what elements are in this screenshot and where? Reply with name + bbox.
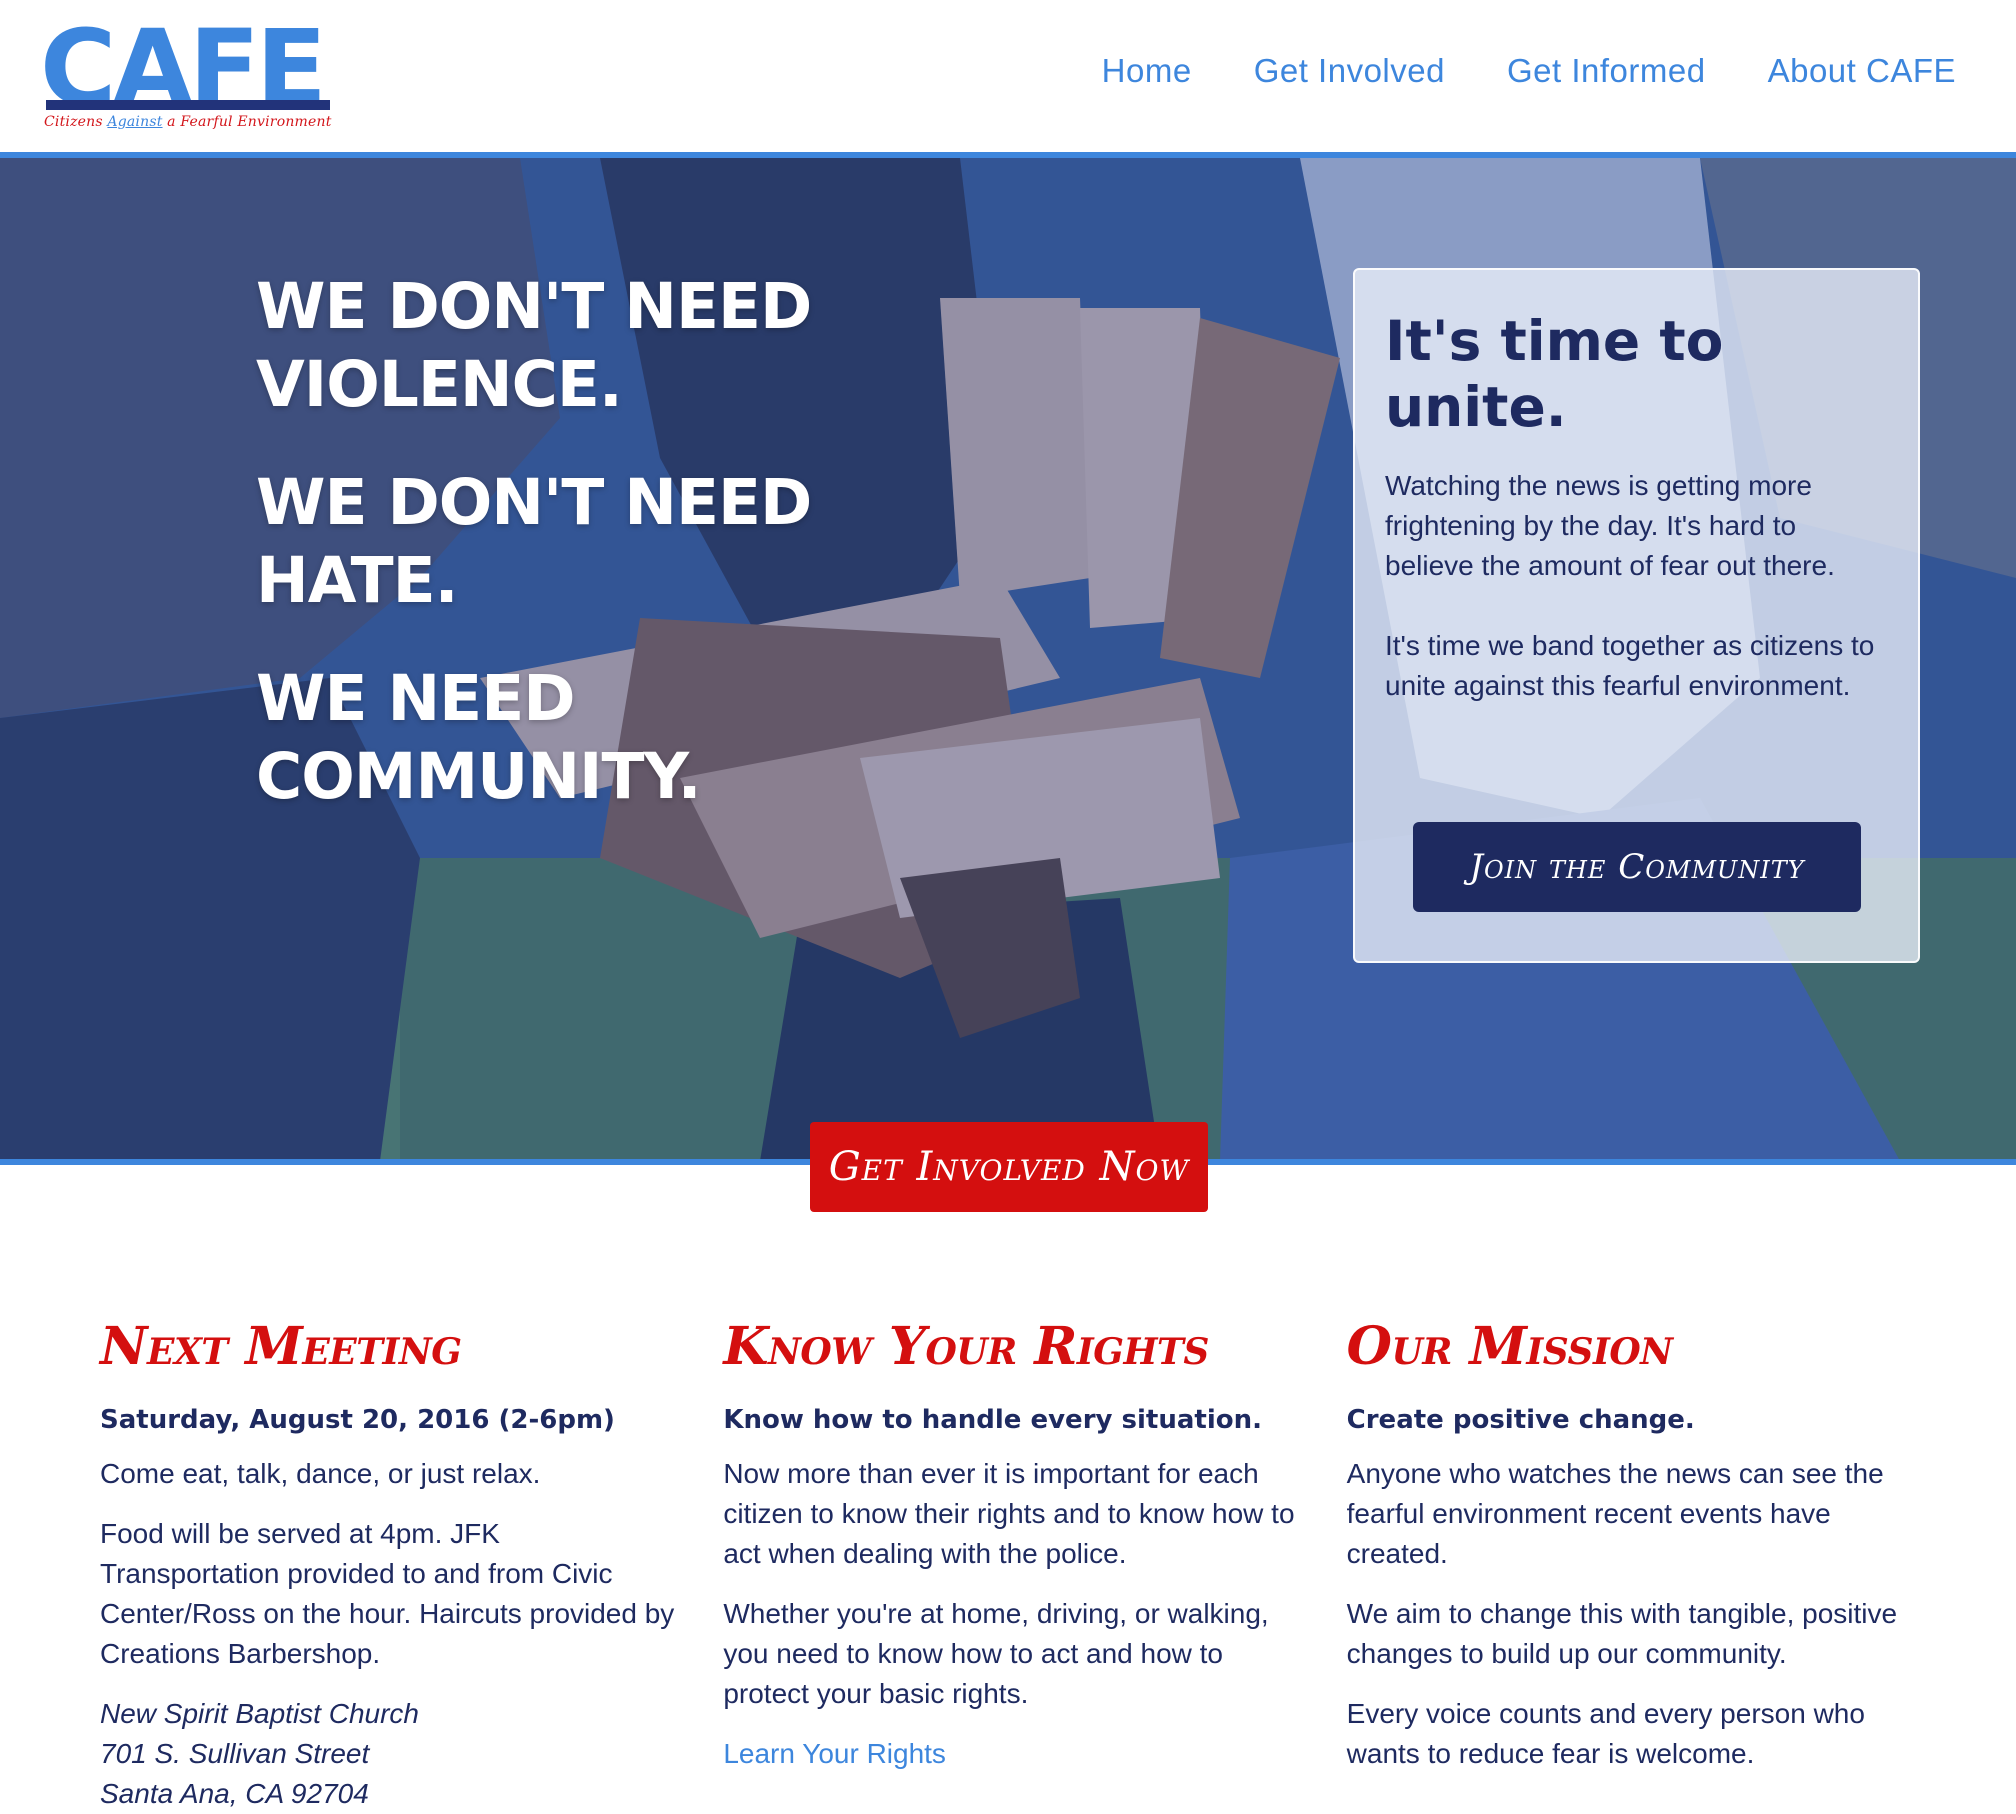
unite-card: It's time to unite. Watching the news is… (1353, 268, 1920, 963)
mission-paragraph-3: Every voice counts and every person who … (1346, 1698, 1865, 1769)
mission-paragraph-2: We aim to change this with tangible, pos… (1346, 1598, 1898, 1669)
our-mission-column: Our Mission Create positive change. Anyo… (1347, 1312, 1970, 1814)
nav-about-cafe[interactable]: About CAFE (1768, 52, 1956, 90)
nav-get-informed[interactable]: Get Informed (1507, 52, 1706, 90)
main-nav: Home Get Involved Get Informed About CAF… (1102, 52, 1956, 90)
logo-tagline: Citizens Against a Fearful Environment (44, 114, 332, 130)
slogan-violence: WE DON'T NEED VIOLENCE. (256, 270, 812, 421)
meeting-paragraph-1: Come eat, talk, dance, or just relax. (100, 1458, 541, 1489)
logo-underline (46, 100, 330, 110)
learn-your-rights-link[interactable]: Learn Your Rights (723, 1738, 946, 1769)
meeting-address: New Spirit Baptist Church 701 S. Sulliva… (100, 1694, 683, 1814)
next-meeting-title: Next Meeting (100, 1316, 462, 1377)
meeting-date: Saturday, August 20, 2016 (2-6pm) (100, 1405, 615, 1435)
nav-get-involved[interactable]: Get Involved (1254, 52, 1445, 90)
our-mission-title: Our Mission (1346, 1316, 1673, 1377)
meeting-paragraph-2: Food will be served at 4pm. JFK Transpor… (100, 1518, 675, 1669)
unite-paragraph-2: It's time we band together as citizens t… (1385, 630, 1875, 701)
mission-subtitle: Create positive change. (1346, 1405, 1695, 1435)
rights-paragraph-1: Now more than ever it is important for e… (723, 1458, 1295, 1569)
rights-subtitle: Know how to handle every situation. (723, 1405, 1262, 1435)
address-line: 701 S. Sullivan Street (100, 1738, 370, 1769)
hero-slogans: WE DON'T NEED VIOLENCE. WE DON'T NEED HA… (256, 268, 876, 856)
get-involved-now-button[interactable]: Get Involved Now (810, 1122, 1208, 1212)
info-columns: Next Meeting Saturday, August 20, 2016 (… (100, 1312, 1970, 1814)
join-community-button[interactable]: Join the Community (1413, 822, 1861, 912)
site-header: CAFE Citizens Against a Fearful Environm… (0, 0, 2016, 156)
know-your-rights-column: Know Your Rights Know how to handle ever… (723, 1312, 1346, 1814)
unite-title: It's time to unite. (1385, 309, 1724, 439)
nav-home[interactable]: Home (1102, 52, 1192, 90)
address-line: New Spirit Baptist Church (100, 1698, 420, 1729)
cafe-logo[interactable]: CAFE Citizens Against a Fearful Environm… (40, 16, 340, 132)
address-line: Santa Ana, CA 92704 (100, 1778, 369, 1809)
know-your-rights-title: Know Your Rights (723, 1316, 1209, 1377)
unite-paragraph-1: Watching the news is getting more fright… (1385, 470, 1835, 581)
mission-paragraph-1: Anyone who watches the news can see the … (1346, 1458, 1884, 1569)
next-meeting-column: Next Meeting Saturday, August 20, 2016 (… (100, 1312, 723, 1814)
slogan-community: WE NEED COMMUNITY. (256, 662, 702, 813)
rights-paragraph-2: Whether you're at home, driving, or walk… (723, 1598, 1269, 1709)
slogan-hate: WE DON'T NEED HATE. (256, 466, 812, 617)
